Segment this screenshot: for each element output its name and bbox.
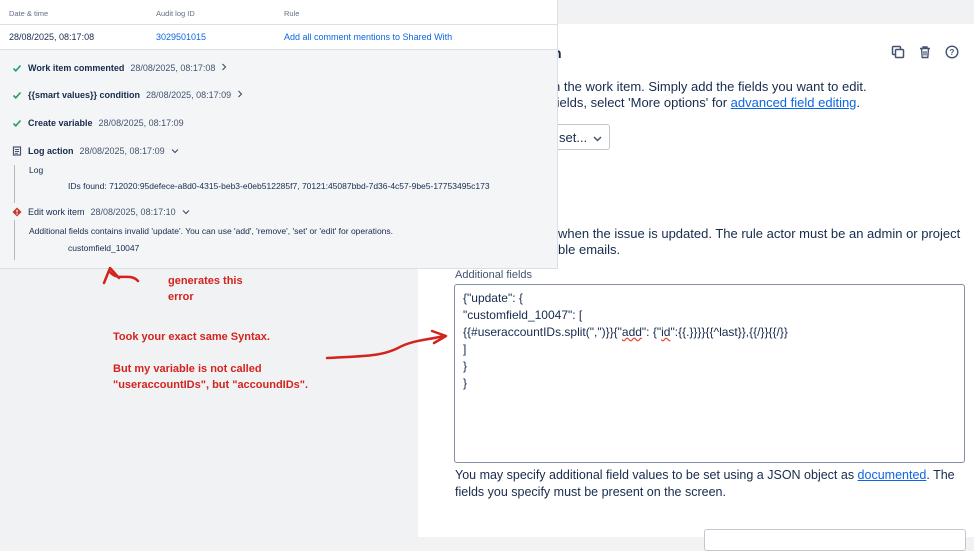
annotation-syntax: Took your exact same Syntax. [113,331,270,343]
annotation-line: error [168,291,194,303]
arrow-to-textarea [325,329,448,360]
annotation-line: But my variable is not called [113,363,262,375]
annotation-line: "useraccountIDs", but "accoundIDs". [113,379,309,391]
arrow-to-error-field [102,266,140,285]
annotation-line: generates this [168,275,243,287]
annotation-arrows [102,266,448,360]
annotation-generates-error: generates this error [168,273,243,305]
annotation-variable: But my variable is not called "useraccou… [113,361,308,393]
